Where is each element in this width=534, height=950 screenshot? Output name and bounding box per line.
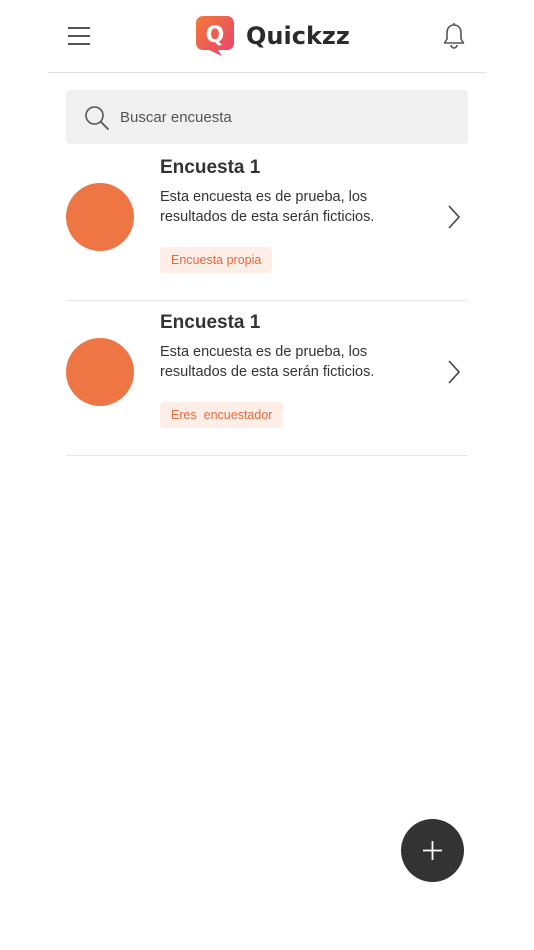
- app-name: Quickzz: [246, 22, 350, 50]
- survey-badge: Encuesta propia: [160, 247, 273, 273]
- search-icon: [85, 106, 109, 130]
- search-input[interactable]: [120, 102, 450, 132]
- menu-button[interactable]: [66, 24, 92, 48]
- logo-letter: Q: [206, 23, 225, 48]
- survey-avatar: [66, 183, 134, 251]
- survey-badge: Eres encuestador: [160, 402, 284, 428]
- search-bar: [66, 90, 468, 144]
- plus-icon: [423, 841, 442, 860]
- chevron-right-icon: [448, 205, 461, 229]
- brand: Q Quickzz: [196, 16, 350, 56]
- menu-icon: [68, 27, 90, 45]
- survey-list-item[interactable]: Encuesta 1 Esta encuesta es de prueba, l…: [66, 300, 468, 456]
- app-logo: Q: [196, 16, 234, 56]
- bell-icon: [443, 23, 465, 49]
- survey-list-item[interactable]: Encuesta 1 Esta encuesta es de prueba, l…: [66, 145, 468, 301]
- survey-description: Esta encuesta es de prueba, los resultad…: [160, 189, 375, 225]
- survey-title: Encuesta 1: [160, 312, 261, 333]
- survey-avatar: [66, 338, 134, 406]
- add-survey-button[interactable]: [401, 819, 464, 882]
- app-header: Q Quickzz: [48, 0, 486, 73]
- notifications-button[interactable]: [442, 22, 466, 50]
- survey-title: Encuesta 1: [160, 157, 261, 178]
- chevron-right-icon: [448, 360, 461, 384]
- survey-description: Esta encuesta es de prueba, los resultad…: [160, 344, 375, 380]
